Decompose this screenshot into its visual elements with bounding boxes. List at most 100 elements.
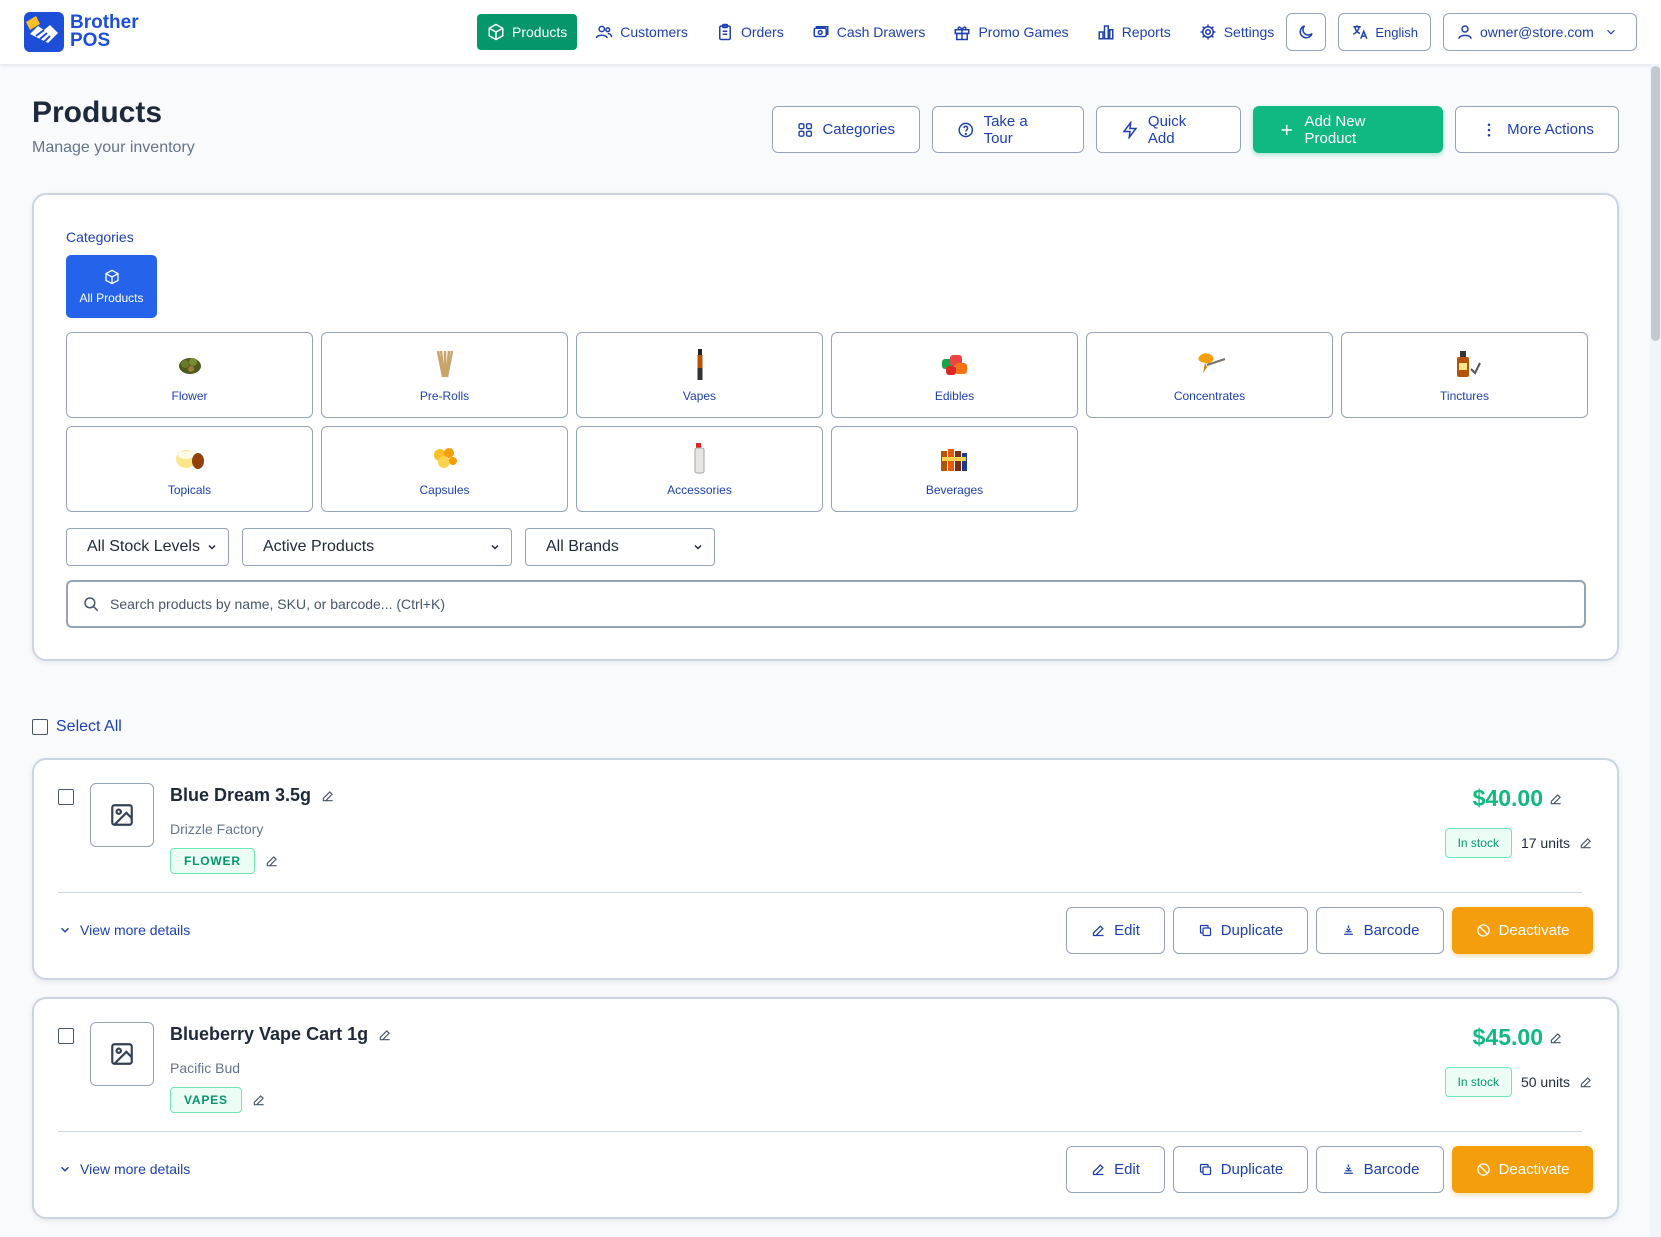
filter-row: All Stock Levels Active Products All Bra… <box>66 528 715 566</box>
nav-customers[interactable]: Customers <box>585 14 698 50</box>
product-checkbox[interactable] <box>58 1028 74 1044</box>
button-label: Add New Product <box>1304 112 1366 147</box>
category-flower[interactable]: Flower <box>66 332 313 418</box>
chevron-down-icon <box>1606 29 1615 35</box>
button-label: Barcode <box>1363 1161 1420 1178</box>
handshake-logo-icon <box>24 12 64 52</box>
select-all[interactable]: Select All <box>32 718 122 736</box>
product-name-row: Blueberry Vape Cart 1g <box>170 1024 392 1045</box>
edit-button[interactable]: Edit <box>1066 1146 1165 1193</box>
button-label: Duplicate <box>1220 1161 1284 1178</box>
clipboard-icon <box>718 23 731 41</box>
search-box <box>66 580 1586 628</box>
deactivate-button[interactable]: Deactivate <box>1452 1146 1593 1193</box>
take-tour-button[interactable]: Take a Tour <box>932 106 1084 153</box>
user-icon <box>1458 25 1472 39</box>
nav-products[interactable]: Products <box>477 14 578 50</box>
category-edibles[interactable]: Edibles <box>831 332 1078 418</box>
stock-units: 50 units <box>1520 1074 1570 1090</box>
pre-roll-icon <box>436 350 453 378</box>
nav-label: Settings <box>1223 24 1275 40</box>
category-tinctures[interactable]: Tinctures <box>1341 332 1588 418</box>
nav-label: Products <box>512 24 568 40</box>
select-all-checkbox[interactable] <box>32 719 48 735</box>
duplicate-button[interactable]: Duplicate <box>1173 907 1308 954</box>
view-more-details-link[interactable]: View more details <box>58 1161 190 1177</box>
scrollbar-thumb[interactable] <box>1651 66 1660 341</box>
product-name-row: Blue Dream 3.5g <box>170 785 335 806</box>
brand-logo[interactable]: Brother POS <box>24 12 139 52</box>
product-brand: Drizzle Factory <box>170 821 264 837</box>
deactivate-button[interactable]: Deactivate <box>1452 907 1593 954</box>
barcode-icon <box>1343 925 1353 935</box>
product-checkbox[interactable] <box>58 789 74 805</box>
edit-icon <box>1092 925 1104 937</box>
category-beverages[interactable]: Beverages <box>831 426 1078 512</box>
product-price: $45.00 <box>1472 1024 1543 1050</box>
category-label: Vapes <box>682 389 717 403</box>
category-tag: VAPES <box>170 1087 242 1113</box>
search-input[interactable] <box>110 596 1570 612</box>
edit-icon <box>1092 1164 1104 1176</box>
moon-icon <box>1299 25 1314 39</box>
brand-select[interactable]: All Brands <box>525 528 715 566</box>
edit-icon[interactable] <box>321 789 335 803</box>
stock-status-badge: In stock <box>1444 1067 1512 1097</box>
edit-icon[interactable] <box>1549 792 1563 806</box>
edit-icon[interactable] <box>1579 1075 1593 1089</box>
view-more-details-link[interactable]: View more details <box>58 922 190 938</box>
edit-icon[interactable] <box>252 1093 266 1107</box>
plus-icon <box>1281 124 1292 135</box>
barcode-button[interactable]: Barcode <box>1316 907 1444 954</box>
copy-icon <box>1199 1163 1211 1176</box>
add-new-product-button[interactable]: Add New Product <box>1253 106 1443 153</box>
product-price-row: $40.00 <box>1473 785 1563 812</box>
tincture-bottle-icon <box>1456 351 1481 377</box>
nav-settings[interactable]: Settings <box>1189 14 1285 50</box>
nav-cash-drawers[interactable]: Cash Drawers <box>802 14 936 50</box>
button-label: Barcode <box>1363 922 1420 939</box>
nav-promo-games[interactable]: Promo Games <box>943 14 1078 50</box>
edit-icon[interactable] <box>265 854 279 868</box>
quick-add-button[interactable]: Quick Add <box>1096 106 1241 153</box>
select-value: Active Products <box>263 538 375 555</box>
category-topicals[interactable]: Topicals <box>66 426 313 512</box>
edit-icon[interactable] <box>1579 836 1593 850</box>
user-email: owner@store.com <box>1480 24 1594 40</box>
edit-button[interactable]: Edit <box>1066 907 1165 954</box>
category-concentrates[interactable]: Concentrates <box>1086 332 1333 418</box>
link-label: View more details <box>80 922 191 938</box>
edit-icon[interactable] <box>1549 1031 1563 1045</box>
user-menu[interactable]: owner@store.com <box>1443 13 1637 51</box>
category-pre-rolls[interactable]: Pre-Rolls <box>321 332 568 418</box>
status-select[interactable]: Active Products <box>242 528 512 566</box>
category-label: Accessories <box>667 483 732 497</box>
category-label: Edibles <box>934 389 975 403</box>
category-accessories[interactable]: Accessories <box>576 426 823 512</box>
edit-icon[interactable] <box>378 1028 392 1042</box>
product-image-placeholder[interactable] <box>90 783 154 847</box>
more-actions-button[interactable]: More Actions <box>1455 106 1619 153</box>
stock-level-select[interactable]: All Stock Levels <box>66 528 229 566</box>
capsules-icon <box>433 448 457 468</box>
bar-chart-icon <box>1098 25 1114 40</box>
barcode-button[interactable]: Barcode <box>1316 1146 1444 1193</box>
language-selector[interactable]: English <box>1338 13 1431 51</box>
category-vapes[interactable]: Vapes <box>576 332 823 418</box>
grid-icon <box>798 122 813 137</box>
button-label: More Actions <box>1507 121 1594 138</box>
dark-mode-toggle[interactable] <box>1286 13 1327 51</box>
ban-icon <box>1476 1163 1490 1176</box>
product-category-row: VAPES <box>170 1087 266 1113</box>
duplicate-button[interactable]: Duplicate <box>1173 1146 1308 1193</box>
nav-orders[interactable]: Orders <box>706 14 794 50</box>
categories-button[interactable]: Categories <box>772 106 920 153</box>
category-label: Capsules <box>419 483 470 497</box>
category-capsules[interactable]: Capsules <box>321 426 568 512</box>
users-icon <box>596 25 613 39</box>
nav-right-controls: English owner@store.com <box>1286 13 1637 51</box>
category-all-products[interactable]: All Products <box>66 255 157 318</box>
nav-reports[interactable]: Reports <box>1087 14 1181 50</box>
product-image-placeholder[interactable] <box>90 1022 154 1086</box>
nav-label: Reports <box>1121 24 1171 40</box>
